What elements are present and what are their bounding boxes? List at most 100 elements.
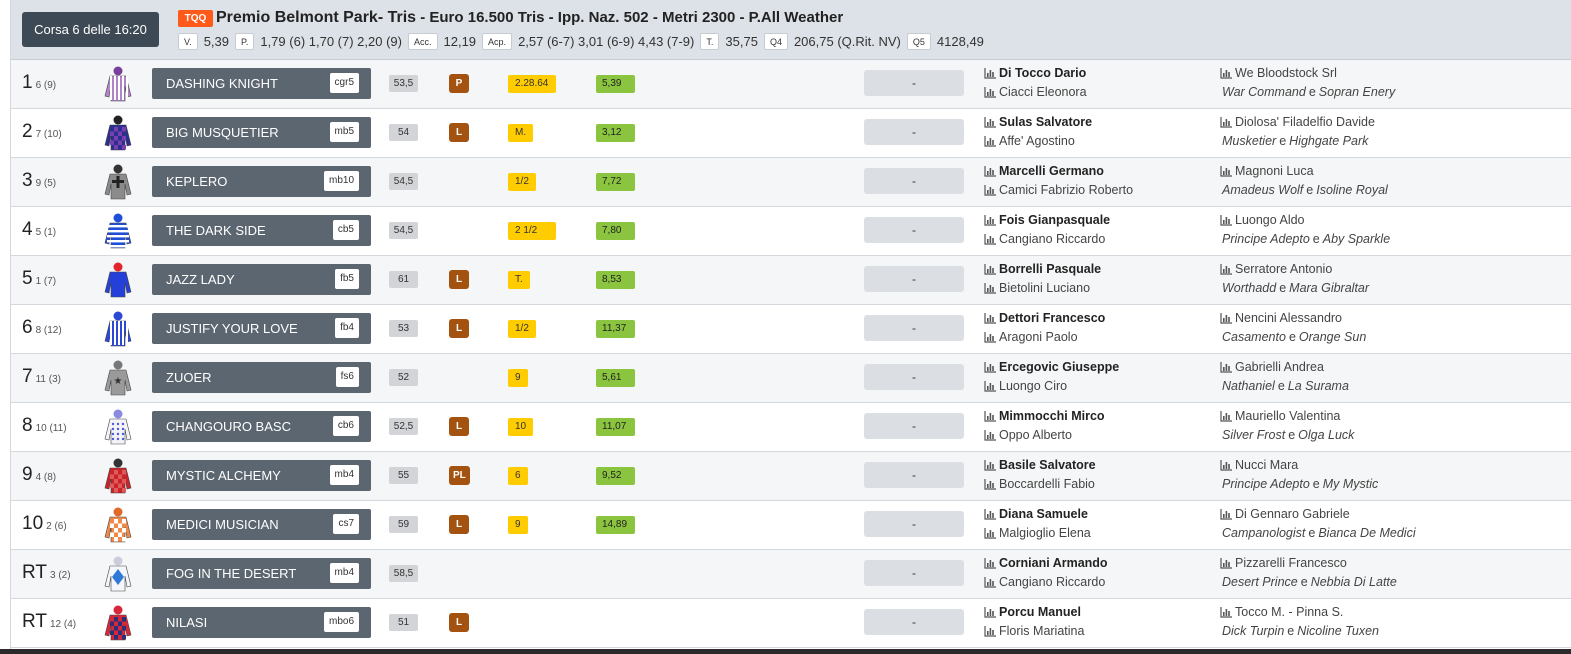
stats-icon[interactable]: [984, 380, 996, 392]
horse-name-button[interactable]: ZUOER fs6: [152, 362, 371, 393]
owner[interactable]: Nencini Alessandro: [1220, 311, 1342, 325]
horse-name-button[interactable]: BIG MUSQUETIER mb5: [152, 117, 371, 148]
owner[interactable]: Nucci Mara: [1220, 458, 1298, 472]
jockey[interactable]: Marcelli Germano: [984, 164, 1104, 178]
trainer[interactable]: Boccardelli Fabio: [984, 477, 1095, 491]
trainer[interactable]: Aragoni Paolo: [984, 330, 1078, 344]
stats-icon[interactable]: [984, 135, 996, 147]
stats-icon[interactable]: [1220, 361, 1232, 373]
runner-row[interactable]: 94 (8) MYSTIC ALCHEMY mb4 55 PL 6 9,52 - Basile …: [11, 452, 1571, 501]
trainer[interactable]: Affe' Agostino: [984, 134, 1075, 148]
stats-icon[interactable]: [984, 410, 996, 422]
runner-row[interactable]: 68 (12) JUSTIFY YOUR LOVE fb4 53 L 1/2 11,37 - D…: [11, 305, 1571, 354]
owner[interactable]: Diolosa' Filadelfio Davide: [1220, 115, 1375, 129]
stats-icon[interactable]: [1220, 606, 1232, 618]
stats-icon[interactable]: [984, 165, 996, 177]
stats-icon[interactable]: [984, 429, 996, 441]
stats-icon[interactable]: [984, 86, 996, 98]
owner[interactable]: Gabrielli Andrea: [1220, 360, 1324, 374]
horse-name-button[interactable]: JUSTIFY YOUR LOVE fb4: [152, 313, 371, 344]
stats-icon[interactable]: [984, 116, 996, 128]
horse-name-button[interactable]: JAZZ LADY fb5: [152, 264, 371, 295]
horse-name-button[interactable]: THE DARK SIDE cb5: [152, 215, 371, 246]
stats-icon[interactable]: [984, 459, 996, 471]
trainer[interactable]: Luongo Ciro: [984, 379, 1067, 393]
horse-name-button[interactable]: NILASI mbo6: [152, 607, 371, 638]
stats-icon[interactable]: [1220, 263, 1232, 275]
stats-icon[interactable]: [1220, 410, 1232, 422]
stats-icon[interactable]: [984, 576, 996, 588]
owner[interactable]: Luongo Aldo: [1220, 213, 1305, 227]
owner[interactable]: Di Gennaro Gabriele: [1220, 507, 1350, 521]
stats-icon[interactable]: [1220, 312, 1232, 324]
owner[interactable]: Serratore Antonio: [1220, 262, 1332, 276]
jockey[interactable]: Dettori Francesco: [984, 311, 1105, 325]
stats-icon[interactable]: [1220, 165, 1232, 177]
stats-icon[interactable]: [984, 282, 996, 294]
quota-badge: 3,12: [596, 124, 635, 142]
runner-row[interactable]: 10 2 (6) MEDICI MUSICIAN cs7 59 L 9 14,89 - Diana…: [11, 501, 1571, 550]
stats-icon[interactable]: [984, 508, 996, 520]
stats-icon[interactable]: [984, 263, 996, 275]
horse-name-button[interactable]: DASHING KNIGHT cgr5: [152, 68, 371, 99]
stats-icon[interactable]: [984, 184, 996, 196]
jockey[interactable]: Basile Salvatore: [984, 458, 1096, 472]
trainer[interactable]: Cangiano Riccardo: [984, 575, 1105, 589]
jockey[interactable]: Di Tocco Dario: [984, 66, 1086, 80]
jockey[interactable]: Porcu Manuel: [984, 605, 1081, 619]
stats-icon[interactable]: [984, 625, 996, 637]
runner-row[interactable]: RT 12 (4) NILASI mbo6 51 L - Porcu Manuel Floris…: [11, 599, 1571, 648]
horse-name-button[interactable]: CHANGOURO BASC cb6: [152, 411, 371, 442]
stats-icon[interactable]: [1220, 557, 1232, 569]
trainer[interactable]: Bietolini Luciano: [984, 281, 1090, 295]
stats-icon[interactable]: [984, 557, 996, 569]
horse-name-button[interactable]: MEDICI MUSICIAN cs7: [152, 509, 371, 540]
runner-row[interactable]: 16 (9) DASHING KNIGHT cgr5 53,5 P 2.28.64 5,39…: [11, 60, 1571, 109]
stats-icon[interactable]: [984, 67, 996, 79]
jockey[interactable]: Diana Samuele: [984, 507, 1088, 521]
horse-name-button[interactable]: FOG IN THE DESERT mb4: [152, 558, 371, 589]
stats-icon[interactable]: [984, 527, 996, 539]
jockey[interactable]: Borrelli Pasquale: [984, 262, 1101, 276]
trainer[interactable]: Malgioglio Elena: [984, 526, 1091, 540]
stats-icon[interactable]: [1220, 67, 1232, 79]
stats-icon[interactable]: [984, 478, 996, 490]
pedigree: Musketier e Highgate Park: [1222, 134, 1368, 148]
jockey[interactable]: Fois Gianpasquale: [984, 213, 1110, 227]
owner[interactable]: We Bloodstock Srl: [1220, 66, 1337, 80]
owner[interactable]: Pizzarelli Francesco: [1220, 556, 1347, 570]
runner-row[interactable]: 51 (7) JAZZ LADY fb5 61 L T. 8,53 - Borrelli Pas…: [11, 256, 1571, 305]
runner-row[interactable]: RT 3 (2) FOG IN THE DESERT mb4 58,5 - Corniani…: [11, 550, 1571, 599]
pedigree-joiner: e: [1287, 624, 1295, 638]
owner[interactable]: Tocco M. - Pinna S.: [1220, 605, 1343, 619]
runner-row[interactable]: 8 10 (11) CHANGOURO BASC cb6 52,5 L 10 11,07 - Mi…: [11, 403, 1571, 452]
jockey[interactable]: Sulas Salvatore: [984, 115, 1092, 129]
stats-icon[interactable]: [1220, 508, 1232, 520]
horse-name-button[interactable]: KEPLERO mb10: [152, 166, 371, 197]
stats-icon[interactable]: [1220, 459, 1232, 471]
stats-icon[interactable]: [984, 312, 996, 324]
jockey[interactable]: Corniani Armando: [984, 556, 1108, 570]
race-select-button[interactable]: Corsa 6 delle 16:20: [22, 12, 159, 47]
trainer[interactable]: Oppo Alberto: [984, 428, 1072, 442]
owner[interactable]: Magnoni Luca: [1220, 164, 1314, 178]
stats-icon[interactable]: [984, 606, 996, 618]
trainer[interactable]: Camici Fabrizio Roberto: [984, 183, 1133, 197]
stats-icon[interactable]: [1220, 116, 1232, 128]
stats-icon[interactable]: [984, 233, 996, 245]
trainer[interactable]: Floris Mariatina: [984, 624, 1084, 638]
trainer[interactable]: Ciacci Eleonora: [984, 85, 1087, 99]
horse-name-button[interactable]: MYSTIC ALCHEMY mb4: [152, 460, 371, 491]
stats-icon[interactable]: [984, 214, 996, 226]
jockey[interactable]: Mimmocchi Mirco: [984, 409, 1105, 423]
owner[interactable]: Mauriello Valentina: [1220, 409, 1340, 423]
jockey[interactable]: Ercegovic Giuseppe: [984, 360, 1119, 374]
runner-row[interactable]: 39 (5) KEPLERO mb10 54,5 1/2 7,72 - Marcelli Ge…: [11, 158, 1571, 207]
runner-row[interactable]: 45 (1) THE DARK SIDE cb5 54,5 2 1/2 7,80 - Fois…: [11, 207, 1571, 256]
runner-row[interactable]: 27 (10) BIG MUSQUETIER mb5 54 L M. 3,12 - Sulas …: [11, 109, 1571, 158]
trainer[interactable]: Cangiano Riccardo: [984, 232, 1105, 246]
stats-icon[interactable]: [1220, 214, 1232, 226]
stats-icon[interactable]: [984, 361, 996, 373]
runner-row[interactable]: 7 11 (3) ★ ZUOER fs6 52 9 5,61 - Ercegovic Giusep…: [11, 354, 1571, 403]
stats-icon[interactable]: [984, 331, 996, 343]
